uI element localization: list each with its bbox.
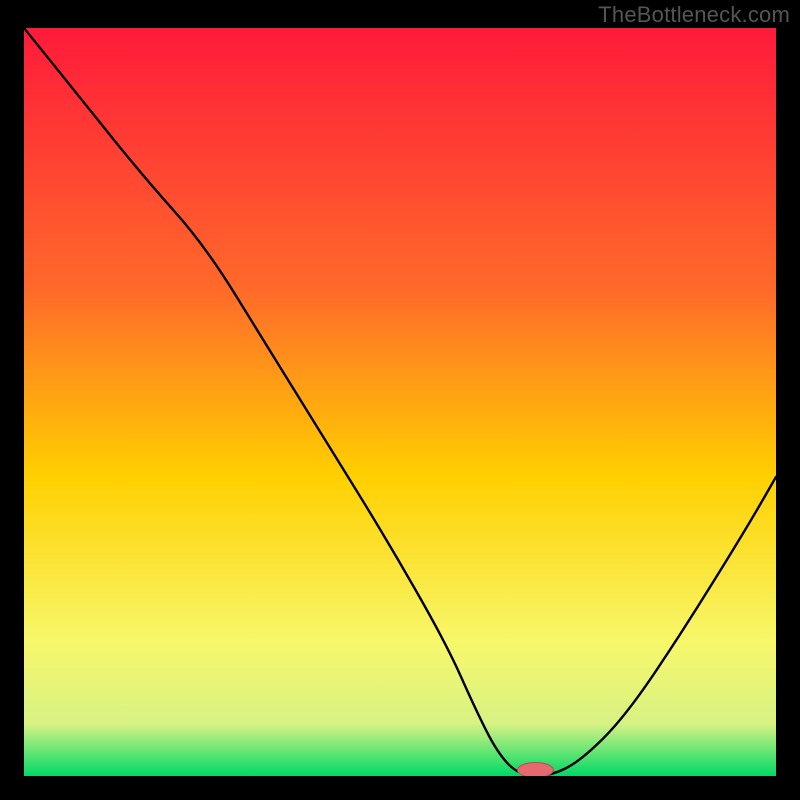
plot-area [24, 28, 776, 776]
chart-frame: TheBottleneck.com [0, 0, 800, 800]
optimal-marker [517, 763, 553, 777]
gradient-background [24, 28, 776, 776]
bottleneck-chart [24, 28, 776, 776]
watermark-text: TheBottleneck.com [598, 2, 790, 28]
